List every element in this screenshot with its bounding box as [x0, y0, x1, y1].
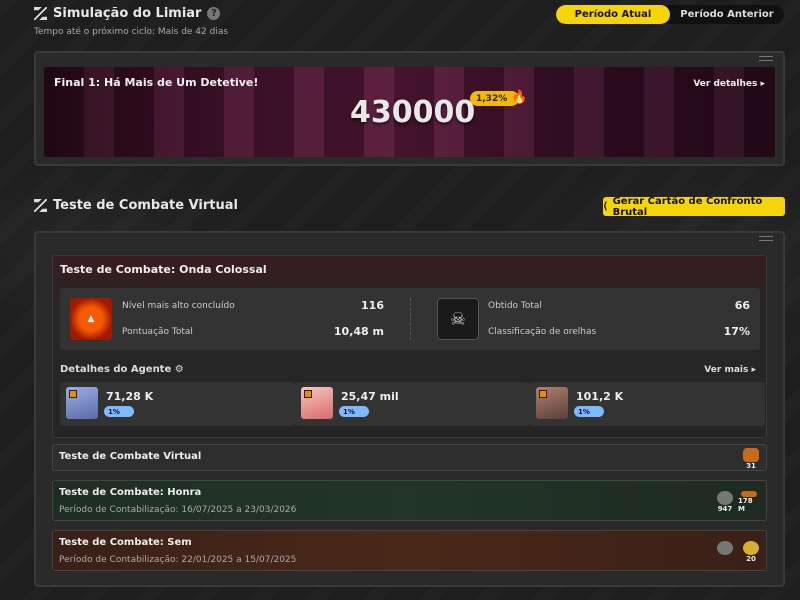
stat-label: Obtido Total — [488, 301, 542, 311]
rank-badge: 31 — [742, 448, 760, 470]
period-current-button[interactable]: Período Atual — [556, 5, 670, 24]
period-previous-button[interactable]: Período Anterior — [670, 5, 784, 24]
skull-emblem-icon: ☠ — [437, 298, 479, 340]
period-toggle: Período Atual Período Anterior — [556, 5, 784, 24]
honor-combat-row[interactable]: Teste de Combate: Honra Período de Conta… — [52, 480, 767, 521]
stat-value: 10,48 m — [333, 325, 384, 338]
skull-badge — [716, 541, 734, 563]
rank-icon — [69, 390, 77, 398]
rank-badge-value: 20 — [746, 555, 756, 563]
page-header: Simulação do Limiar ? — [34, 6, 221, 21]
rank-icon — [539, 390, 547, 398]
zzz-logo-icon — [34, 199, 47, 212]
cycle-countdown: Tempo até o próximo ciclo: Mais de 42 di… — [34, 27, 229, 37]
stat-value: 66 — [734, 299, 750, 312]
row-title: Teste de Combate Virtual — [59, 451, 202, 462]
agent-percent-badge: 1% — [339, 406, 369, 417]
hero-score: 430000 — [350, 95, 476, 130]
rank-badge-value: 178 M — [738, 497, 753, 513]
flame-icon: 🔥 — [511, 90, 528, 105]
sem-combat-row[interactable]: Teste de Combate: Sem Período de Contabi… — [52, 530, 767, 571]
skull-icon — [717, 541, 733, 555]
rank-badge: 20 — [742, 541, 760, 563]
rank-badge: 178 M — [738, 491, 760, 513]
rank-icon — [304, 390, 312, 398]
help-icon[interactable]: ? — [207, 7, 221, 20]
row-period: Período de Contabilização: 22/01/2025 a … — [59, 555, 297, 565]
threshold-panel: Final 1: Há Mais de Um Detetive! 430000 … — [34, 51, 785, 166]
agent-portrait — [66, 387, 98, 419]
row-title: Teste de Combate: Sem — [59, 537, 192, 548]
hero-rank-badge: 1,32% 🔥 — [470, 90, 527, 106]
row-period: Período de Contabilização: 16/07/2025 a … — [59, 505, 297, 515]
rank-badge: 947 — [716, 491, 734, 513]
agent-damage: 71,28 K — [106, 390, 154, 403]
hero-banner: Final 1: Há Mais de Um Detetive! 430000 … — [44, 67, 775, 157]
agent-card[interactable]: 71,28 K 1% — [60, 382, 295, 426]
stat-label: Pontuação Total — [122, 327, 193, 337]
share-icon: ⟨ — [603, 201, 608, 212]
virtual-combat-row[interactable]: Teste de Combate Virtual 31 — [52, 444, 767, 471]
see-more-link[interactable]: Ver mais ▸ — [704, 365, 756, 375]
colossal-card[interactable]: Teste de Combate: Onda Colossal ▲ Nível … — [52, 255, 767, 438]
divider — [410, 298, 411, 340]
stat-label: Classificação de orelhas — [488, 327, 597, 337]
page-title: Simulação do Limiar — [53, 6, 202, 21]
agent-card[interactable]: 101,2 K 1% — [530, 382, 765, 426]
panel-topbar — [36, 53, 783, 63]
agent-card[interactable]: 25,47 mil 1% — [295, 382, 530, 426]
agent-percent-badge: 1% — [104, 406, 134, 417]
generate-card-label: Gerar Cartão de Confronto Brutal — [612, 195, 763, 218]
stat-value: 116 — [361, 299, 384, 312]
hero-title: Final 1: Há Mais de Um Detetive! — [54, 76, 259, 89]
medal-icon — [743, 448, 759, 462]
skull-icon — [717, 491, 733, 505]
agent-portrait — [301, 387, 333, 419]
stat-value: 17% — [723, 325, 750, 338]
rank-badge-value: 947 — [717, 505, 733, 513]
combat-section-header: Teste de Combate Virtual — [34, 198, 238, 213]
combat-panel: Teste de Combate: Onda Colossal ▲ Nível … — [34, 231, 785, 587]
zzz-logo-icon — [34, 7, 47, 20]
row-title: Teste de Combate: Honra — [59, 487, 202, 498]
combat-section-title: Teste de Combate Virtual — [53, 198, 238, 213]
agent-damage: 101,2 K — [576, 390, 624, 403]
hero-rank-text: 1,32% — [476, 93, 508, 104]
agent-percent-badge: 1% — [574, 406, 604, 417]
agent-details-label: Detalhes do Agente ⚙ — [60, 364, 184, 375]
colossal-title: Teste de Combate: Onda Colossal — [60, 263, 267, 276]
agent-emblem-icon: ▲ — [70, 298, 112, 340]
see-details-link[interactable]: Ver detalhes ▸ — [693, 79, 765, 89]
stat-label: Nível mais alto concluído — [122, 301, 235, 311]
generate-card-button[interactable]: ⟨ Gerar Cartão de Confronto Brutal — [603, 195, 785, 218]
medal-icon — [743, 541, 759, 555]
agent-portrait — [536, 387, 568, 419]
colossal-stats: ▲ Nível mais alto concluído 116 Pontuaçã… — [60, 288, 760, 350]
panel-topbar — [36, 233, 783, 243]
agent-damage: 25,47 mil — [341, 390, 399, 403]
rank-badge-value: 31 — [746, 462, 756, 470]
